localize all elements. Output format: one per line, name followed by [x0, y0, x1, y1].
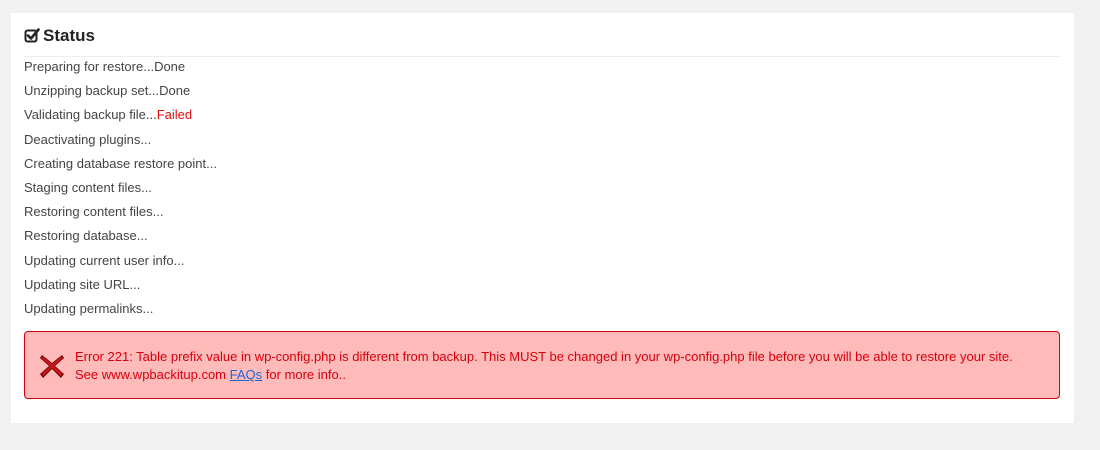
step-result-done: Done	[159, 83, 191, 99]
status-step: Updating current user info...	[24, 252, 217, 276]
error-message-line-1: Error 221: Table prefix value in wp-conf…	[75, 349, 1013, 364]
status-header: Status	[24, 26, 1060, 57]
status-step: Validating backup file...Failed	[24, 106, 217, 130]
step-result-done: Done	[154, 59, 186, 74]
step-label: Validating backup file...	[24, 107, 157, 123]
step-label: Updating site URL...	[24, 276, 141, 292]
status-panel: Status Preparing for restore...Done Unzi…	[11, 13, 1074, 423]
status-step: Restoring content files...	[24, 203, 217, 227]
step-label: Restoring database...	[24, 228, 148, 244]
step-label: Preparing for restore...	[24, 59, 155, 74]
step-result-failed: Failed	[156, 107, 193, 123]
check-square-icon	[24, 27, 40, 43]
step-label: Updating current user info...	[24, 252, 185, 268]
error-message-line-2: See www.wpbackitup.com FAQs for more inf…	[75, 366, 1055, 384]
status-step: Restoring database...	[24, 227, 217, 251]
status-step: Updating site URL...	[24, 276, 217, 300]
error-message-box: Error 221: Table prefix value in wp-conf…	[24, 331, 1060, 399]
status-step: Staging content files...	[24, 179, 217, 203]
status-step: Updating permalinks...	[24, 300, 217, 324]
step-label: Unzipping backup set...	[24, 83, 160, 99]
error-message-more-info: for more info..	[262, 367, 346, 382]
status-step: Unzipping backup set...Done	[24, 82, 217, 106]
step-label: Updating permalinks...	[24, 300, 154, 316]
step-label: Staging content files...	[24, 179, 152, 195]
error-x-icon	[38, 352, 66, 380]
status-title: Status	[43, 26, 95, 45]
status-step-list: Preparing for restore...Done Unzipping b…	[24, 58, 217, 324]
status-step: Preparing for restore...Done	[24, 58, 217, 82]
faqs-link[interactable]: FAQs	[230, 367, 263, 382]
error-message-see: See www.wpbackitup.com	[75, 367, 230, 382]
status-step: Creating database restore point...	[24, 155, 217, 179]
status-step: Deactivating plugins...	[24, 131, 217, 155]
step-label: Creating database restore point...	[24, 155, 217, 171]
step-label: Restoring content files...	[24, 204, 164, 220]
step-label: Deactivating plugins...	[24, 131, 152, 147]
error-message: Error 221: Table prefix value in wp-conf…	[75, 348, 1055, 384]
